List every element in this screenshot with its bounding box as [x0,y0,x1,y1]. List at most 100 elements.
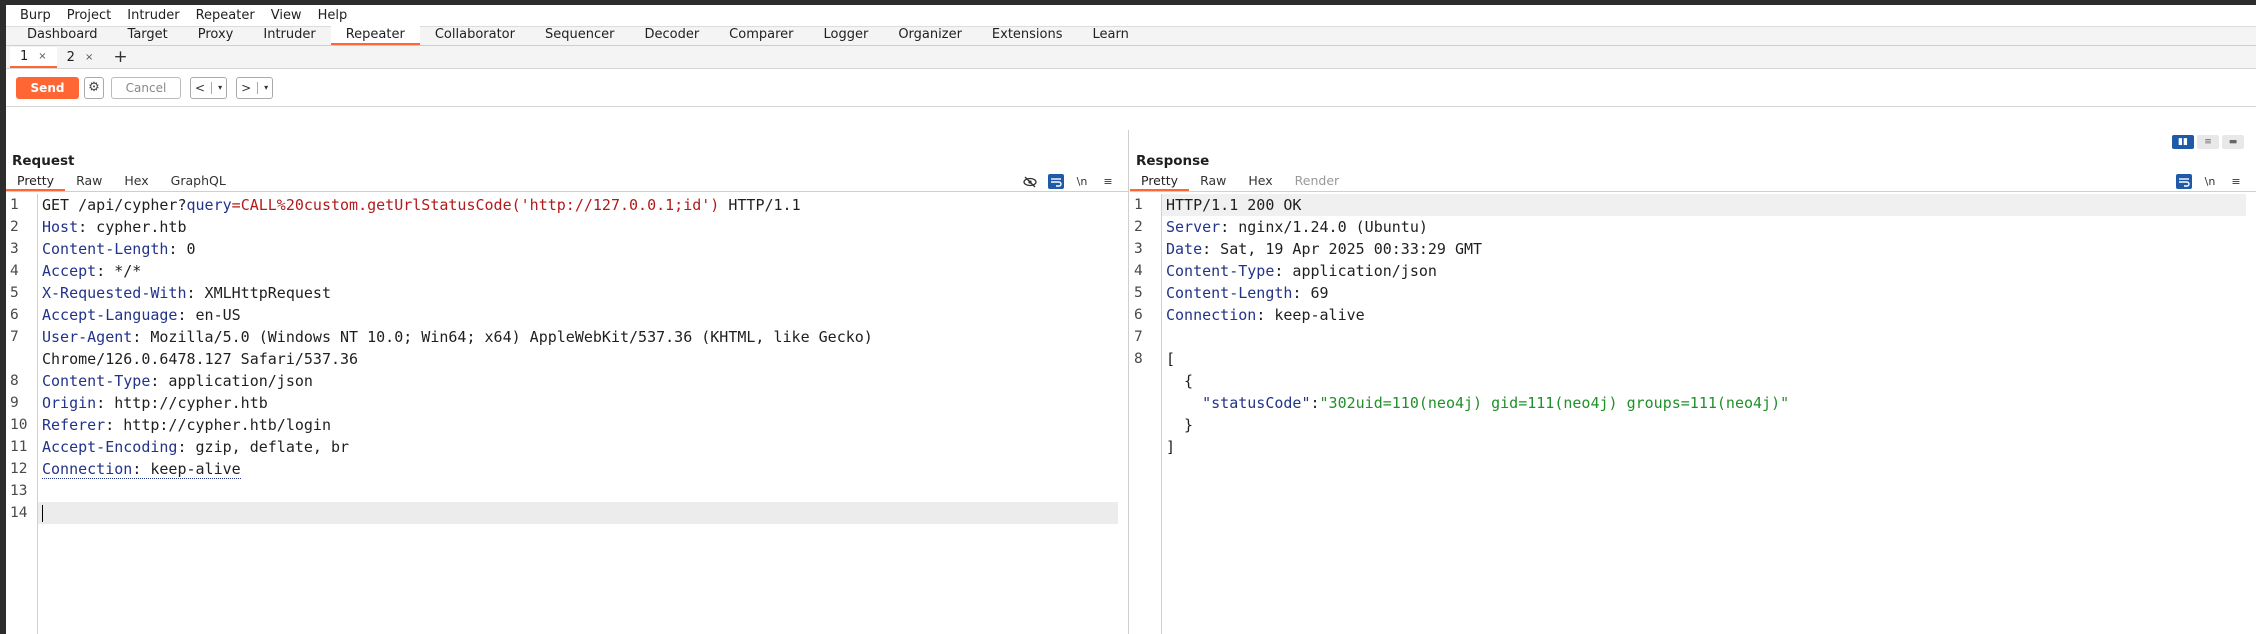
header-line: Accept-Language: en-US [42,306,241,324]
tab-collaborator[interactable]: Collaborator [420,26,530,45]
repeater-tab-1[interactable]: 1 × [10,46,57,68]
line-number: 4 [1134,263,1143,279]
line-number: 14 [10,505,28,521]
response-tab-pretty[interactable]: Pretty [1130,172,1190,191]
cancel-button[interactable]: Cancel [111,76,181,99]
line-number: 8 [1134,351,1143,367]
header-line: User-Agent: Mozilla/5.0 (Windows NT 10.0… [42,328,873,346]
response-title: Response [1136,153,1210,169]
wrap-icon[interactable] [1048,174,1064,189]
menu-bar: Burp Project Intruder Repeater View Help [6,5,2256,26]
request-pane: Request Pretty Raw Hex GraphQL \n ≡ 1 2 … [6,130,1129,634]
wrap-icon[interactable] [2176,174,2192,189]
menu-view[interactable]: View [263,8,310,23]
json-line: { [1166,372,1194,390]
tab-dashboard[interactable]: Dashboard [12,26,113,45]
header-line: Host: cypher.htb [42,218,187,236]
forward-button[interactable]: > ▾ [236,76,274,99]
tab-extensions[interactable]: Extensions [977,26,1078,45]
menu-project[interactable]: Project [59,8,119,23]
chevron-right-icon: > [241,80,252,95]
layout-side-by-side-icon[interactable]: ▮▮ [2172,135,2194,149]
add-tab-button[interactable]: + [103,47,137,67]
request-tab-hex[interactable]: Hex [113,172,159,191]
eye-slash-icon[interactable] [1022,174,1038,189]
line-number: 1 [1134,197,1143,213]
newline-toggle[interactable]: \n [2202,174,2218,189]
gear-icon[interactable]: ⚙ [84,76,104,99]
menu-icon[interactable]: ≡ [1100,174,1116,189]
line-number: 6 [1134,307,1143,323]
response-tab-hex[interactable]: Hex [1237,172,1283,191]
menu-repeater[interactable]: Repeater [188,8,263,23]
header-line: Server: nginx/1.24.0 (Ubuntu) [1166,218,1428,236]
line-number-gutter: 1 2 3 4 5 6 7 8 9 10 11 12 13 14 [6,194,38,634]
tab-sequencer[interactable]: Sequencer [530,26,629,45]
close-icon[interactable]: × [85,52,93,63]
response-editor[interactable]: 1 2 3 4 5 6 7 8 HTTP/1.1 200 OK Server: … [1130,194,2256,634]
tab-target[interactable]: Target [113,26,183,45]
back-button[interactable]: < ▾ [190,76,228,99]
line-number: 6 [10,307,19,323]
tab-comparer[interactable]: Comparer [714,26,808,45]
request-tools: \n ≡ [1022,174,1116,189]
line-number: 3 [10,241,19,257]
action-bar: Send ⚙ Cancel < ▾ > ▾ [6,69,2256,107]
tab-organizer[interactable]: Organizer [883,26,977,45]
header-line: Referer: http://cypher.htb/login [42,416,331,434]
layout-stacked-icon[interactable]: ≡ [2197,135,2219,149]
tool-tabs: Dashboard Target Proxy Intruder Repeater… [6,26,2256,46]
request-editor[interactable]: 1 2 3 4 5 6 7 8 9 10 11 12 13 14 GET /ap… [6,194,1128,634]
current-line[interactable] [38,502,1118,524]
menu-help[interactable]: Help [310,8,356,23]
line-number: 1 [10,197,19,213]
layout-toggle: ▮▮ ≡ ▬ [2172,135,2244,149]
tab-logger[interactable]: Logger [809,26,884,45]
line-number: 5 [10,285,19,301]
response-tools: \n ≡ [2176,174,2244,189]
header-line: Content-Length: 69 [1166,284,1329,302]
response-tab-render[interactable]: Render [1284,172,1351,191]
menu-burp[interactable]: Burp [12,8,59,23]
header-line: Content-Type: application/json [1166,262,1437,280]
menu-intruder[interactable]: Intruder [119,8,187,23]
header-line: Content-Type: application/json [42,372,313,390]
line-number: 4 [10,263,19,279]
header-line: Accept: */* [42,262,142,280]
close-icon[interactable]: × [38,51,46,62]
request-tab-pretty[interactable]: Pretty [6,172,66,191]
menu-icon[interactable]: ≡ [2228,174,2244,189]
tab-proxy[interactable]: Proxy [183,26,249,45]
header-line: Date: Sat, 19 Apr 2025 00:33:29 GMT [1166,240,1483,258]
text-caret [42,505,43,522]
request-tab-graphql[interactable]: GraphQL [160,172,237,191]
header-line: Accept-Encoding: gzip, deflate, br [42,438,350,456]
line-number: 5 [1134,285,1143,301]
tab-learn[interactable]: Learn [1078,26,1144,45]
newline-toggle[interactable]: \n [1074,174,1090,189]
line-number: 2 [1134,219,1143,235]
request-tab-raw[interactable]: Raw [65,172,113,191]
line-number: 13 [10,483,28,499]
line-number: 7 [10,329,19,345]
request-code: GET /api/cypher?query=CALL%20custom.getU… [38,194,1128,524]
send-button[interactable]: Send [16,76,79,99]
tab-intruder[interactable]: Intruder [248,26,330,45]
response-tab-raw[interactable]: Raw [1189,172,1237,191]
tab-repeater[interactable]: Repeater [330,26,420,45]
layout-tabs-icon[interactable]: ▬ [2222,135,2244,149]
repeater-tab-2[interactable]: 2 × [57,47,104,68]
request-line: GET /api/cypher?query=CALL%20custom.getU… [42,196,801,214]
request-title: Request [12,153,75,169]
line-number: 11 [10,439,28,455]
editor-panes: Request Pretty Raw Hex GraphQL \n ≡ 1 2 … [6,130,2256,634]
chevron-down-icon[interactable]: ▾ [218,83,222,92]
tab-decoder[interactable]: Decoder [629,26,714,45]
repeater-tabs: 1 × 2 × + [6,46,2256,69]
header-line: Origin: http://cypher.htb [42,394,268,412]
response-pane: ▮▮ ≡ ▬ Response Pretty Raw Hex Render \n… [1130,130,2256,634]
chevron-down-icon[interactable]: ▾ [264,83,268,92]
line-number: 12 [10,461,28,477]
